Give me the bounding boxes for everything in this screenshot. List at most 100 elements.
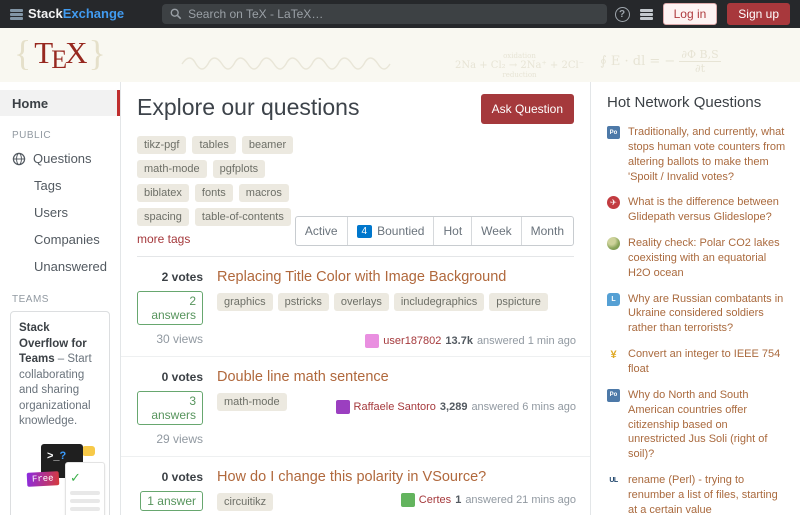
home-label: Home	[12, 96, 48, 111]
question-stats: 0 votes 3 answers 29 views	[137, 368, 217, 446]
question-list: 2 votes 2 answers 30 views Replacing Tit…	[121, 257, 590, 515]
logo-text: StackExchange	[28, 5, 124, 23]
more-tags-link[interactable]: more tags	[137, 232, 190, 246]
site-switcher-icon[interactable]	[640, 9, 653, 20]
user-link[interactable]: Raffaele Santoro	[354, 401, 436, 413]
hot-question-link[interactable]: Reality check: Polar CO2 lakes coexistin…	[628, 236, 788, 281]
decor-chemistry-formula: oxidation 2Na + Cl₂ → 2Na⁺ + 2Cl⁻ reduct…	[455, 52, 584, 79]
tag-pill[interactable]: tables	[192, 136, 235, 154]
tag-pill[interactable]: circuitikz	[217, 493, 273, 511]
question-row: 0 votes 3 answers 29 views Double line m…	[121, 357, 590, 457]
politics-icon: Po	[607, 389, 620, 402]
hot-question-link[interactable]: Convert an integer to IEEE 754 float	[628, 347, 788, 377]
tag-pill[interactable]: includegraphics	[394, 293, 484, 311]
filter-tab-label: Week	[481, 224, 511, 238]
hot-question-item[interactable]: ¥ Convert an integer to IEEE 754 float	[607, 347, 788, 377]
hot-question-link[interactable]: What is the difference between Glidepath…	[628, 195, 788, 225]
tag-pill[interactable]: overlays	[334, 293, 389, 311]
user-link[interactable]: Certes	[419, 494, 451, 506]
site-header: {TEX} oxidation 2Na + Cl₂ → 2Na⁺ + 2Cl⁻ …	[0, 28, 800, 82]
user-reputation: 1	[455, 494, 461, 506]
filter-tab-bountied[interactable]: 4 Bountied	[347, 217, 434, 245]
hot-question-item[interactable]: Po Traditionally, and currently, what st…	[607, 125, 788, 184]
question-tags: graphics pstricks overlays includegraphics p…	[217, 293, 574, 311]
hot-question-item[interactable]: UL rename (Perl) - trying to renumber a …	[607, 473, 788, 515]
sidebar-item-home[interactable]: Home	[0, 90, 120, 116]
speech-bubble-icon	[82, 446, 95, 456]
globe-icon	[12, 152, 27, 166]
answer-count: 1 answer	[140, 491, 203, 511]
aviation-icon: ✈	[607, 196, 620, 209]
hot-question-item[interactable]: Reality check: Polar CO2 lakes coexistin…	[607, 236, 788, 281]
hot-network-sidebar: Hot Network Questions Po Traditionally, …	[591, 82, 800, 515]
tag-pill[interactable]: spacing	[137, 208, 189, 226]
sidebar-item-tags[interactable]: Tags	[0, 172, 120, 199]
hot-question-item[interactable]: Po Why do North and South American count…	[607, 388, 788, 462]
hot-question-link[interactable]: Why are Russian combatants in Ukraine co…	[628, 292, 788, 337]
bounty-count-badge: 4	[357, 225, 373, 238]
activity-time: answered 1 min ago	[477, 335, 576, 347]
question-title-link[interactable]: Double line math sentence	[217, 369, 574, 385]
filter-tab-hot[interactable]: Hot	[433, 217, 471, 245]
filter-tabs: Active 4 Bountied Hot Week Month	[295, 216, 574, 246]
hot-question-item[interactable]: L Why are Russian combatants in Ukraine …	[607, 292, 788, 337]
user-avatar[interactable]	[336, 400, 350, 414]
help-icon[interactable]: ?	[615, 7, 630, 22]
hot-question-link[interactable]: Why do North and South American countrie…	[628, 388, 788, 462]
codegolf-icon: ¥	[607, 348, 620, 361]
tag-pill[interactable]: math-mode	[137, 160, 207, 178]
user-avatar[interactable]	[401, 493, 415, 507]
tag-pill[interactable]: table-of-contents	[195, 208, 291, 226]
teams-illustration: >_? ✓ Free	[19, 438, 101, 515]
tag-pill[interactable]: fonts	[195, 184, 233, 202]
tag-pill[interactable]: macros	[239, 184, 289, 202]
politics-icon: Po	[607, 126, 620, 139]
vote-count: 0 votes	[137, 470, 203, 484]
hot-question-link[interactable]: Traditionally, and currently, what stops…	[628, 125, 788, 184]
tag-pill[interactable]: beamer	[242, 136, 293, 154]
search-icon	[170, 8, 182, 20]
sidebar-item-users[interactable]: Users	[0, 199, 120, 226]
hot-network-title: Hot Network Questions	[607, 94, 788, 111]
hot-question-link[interactable]: rename (Perl) - trying to renumber a lis…	[628, 473, 788, 515]
logo-stack: Stack	[28, 6, 63, 21]
tag-pill[interactable]: pspicture	[489, 293, 548, 311]
tag-pill[interactable]: biblatex	[137, 184, 189, 202]
search-bar[interactable]	[162, 4, 606, 24]
sidebar-item-unanswered[interactable]: Unanswered	[0, 253, 120, 280]
login-button[interactable]: Log in	[663, 3, 718, 25]
page-title: Explore our questions	[137, 94, 359, 121]
activity-time: answered 21 mins ago	[465, 494, 576, 506]
tag-pill[interactable]: pstricks	[278, 293, 329, 311]
decor-script	[180, 50, 430, 74]
user-avatar[interactable]	[365, 334, 379, 348]
user-link[interactable]: user187802	[383, 335, 441, 347]
question-title-link[interactable]: Replacing Title Color with Image Backgro…	[217, 269, 574, 285]
teams-promo-text: Stack Overflow for Teams – Start collabo…	[19, 321, 101, 430]
decor-integral-formula: ∮ E · dl = − ∂Φ B,S∂t	[600, 48, 721, 75]
tag-pill[interactable]: graphics	[217, 293, 273, 311]
hot-question-item[interactable]: ✈ What is the difference between Glidepa…	[607, 195, 788, 225]
sidebar-nav-label: Tags	[34, 178, 61, 193]
left-sidebar: Home PUBLIC Questions Tags Users Compani…	[0, 82, 120, 515]
filter-tab-month[interactable]: Month	[521, 217, 573, 245]
sidebar-item-questions[interactable]: Questions	[0, 145, 120, 172]
filter-tab-active[interactable]: Active	[296, 217, 347, 245]
question-title-link[interactable]: How do I change this polarity in VSource…	[217, 469, 574, 485]
answer-count: 2 answers	[137, 291, 203, 325]
stackexchange-logo[interactable]: StackExchange	[10, 5, 124, 23]
tag-pill[interactable]: math-mode	[217, 393, 287, 411]
sidebar-item-companies[interactable]: Companies	[0, 226, 120, 253]
sidebar-nav-label: Companies	[34, 232, 100, 247]
tag-pill[interactable]: pgfplots	[213, 160, 266, 178]
tag-pill[interactable]: tikz-pgf	[137, 136, 186, 154]
tex-wordmark: TEX	[31, 35, 88, 70]
ask-question-button[interactable]: Ask Question	[481, 94, 574, 124]
filter-tab-label: Active	[305, 224, 338, 238]
signup-button[interactable]: Sign up	[727, 3, 790, 25]
filter-tab-week[interactable]: Week	[471, 217, 520, 245]
user-reputation: 13.7k	[445, 335, 473, 347]
tex-site-logo[interactable]: {TEX}	[14, 32, 106, 74]
question-stats: 2 votes 2 answers 30 views	[137, 268, 217, 346]
search-input[interactable]	[188, 7, 598, 21]
